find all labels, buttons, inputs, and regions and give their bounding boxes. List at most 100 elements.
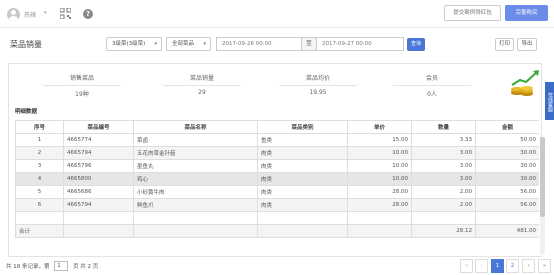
cell-category: 鱼类: [257, 133, 348, 147]
cell-name: 鸡心: [133, 172, 258, 186]
online-service-tab[interactable]: 在线客服: [545, 82, 554, 120]
cell-code: 4665796: [63, 159, 134, 173]
avatar[interactable]: [7, 8, 20, 21]
cell-price: 10.00: [347, 146, 412, 160]
column-header: 菜品类别: [257, 120, 348, 134]
pager-summary: 共 18 条记录，第 1 页 共 2 页: [6, 261, 98, 271]
next-page-button[interactable]: ›: [522, 259, 535, 273]
stat-label: 销售菜品: [43, 73, 121, 86]
cell-quantity: 3.33: [411, 133, 476, 147]
column-header: 数量: [411, 120, 476, 134]
stat-value: 19种: [75, 91, 89, 98]
help-icon[interactable]: ?: [83, 9, 93, 19]
submit-case-button[interactable]: 提交案例得红包: [444, 5, 501, 21]
cell-amount: 30.00: [475, 172, 539, 186]
cell-category: [257, 211, 348, 225]
cell-amount: 56.00: [475, 185, 539, 199]
cell-index: 4: [15, 172, 64, 186]
cell-quantity: 3.00: [411, 172, 476, 186]
cell-index: [15, 211, 64, 225]
cell-quantity: 3.00: [411, 159, 476, 173]
start-date-input[interactable]: 2017-09-26 00:00: [216, 37, 302, 51]
cell-code: 4665774: [63, 133, 134, 147]
cell-amount: 30.00: [475, 159, 539, 173]
category-select[interactable]: 3级菜(3级菜) ▾: [106, 37, 162, 51]
cell-code: 4665686: [63, 185, 134, 199]
table-row[interactable]: 3 4665796 墨鱼丸 肉类 10.00 3.00 30.00: [15, 159, 539, 173]
subcategory-select[interactable]: 全部菜品 ▾: [166, 37, 211, 51]
table-row[interactable]: 2 4665794 五花肉草金针菇 肉类 10.00 3.00 30.00: [15, 146, 539, 160]
stat-label: 菜品销量: [163, 73, 241, 86]
query-button[interactable]: 查询: [407, 38, 425, 51]
total-amount: 481.00: [475, 224, 539, 238]
page-1-button[interactable]: 1: [491, 259, 504, 273]
table-row[interactable]: 5 4665686 小砂黄牛肉 肉类 28.00 2.00 56.00: [15, 185, 539, 199]
export-button[interactable]: 导出: [517, 38, 537, 51]
pager-summary-prefix: 共 18 条记录，第: [6, 264, 50, 270]
chevron-down-icon[interactable]: ▾: [44, 10, 47, 16]
chevron-down-icon: ▾: [154, 41, 157, 47]
stat-value: 29: [198, 89, 206, 96]
cell-name: 五花肉草金针菇: [133, 146, 258, 160]
last-page-button[interactable]: »: [538, 259, 551, 273]
subcategory-select-value: 全部菜品: [172, 41, 195, 47]
stat-sales-volume: 菜品销量 29: [163, 73, 241, 96]
cell-category: 肉类: [257, 172, 348, 186]
cell-amount: 50.00: [475, 133, 539, 147]
table-row[interactable]: 4 4665800 鸡心 肉类 10.00 3.00 30.00: [15, 172, 539, 186]
scrollbar-thumb[interactable]: [540, 137, 545, 217]
cell-name: 小砂黄牛肉: [133, 185, 258, 199]
stat-label: 菜品均价: [279, 73, 357, 86]
cell-code: 4665794: [63, 198, 134, 212]
growth-chart-icon: [511, 70, 539, 96]
detail-table-wrapper: 序号 菜品编号 菜品名称 菜品类别 单价 数量 金额 1 4665774 菜卤 …: [15, 120, 539, 255]
cell-index: 5: [15, 185, 64, 199]
buy-button[interactable]: 完善购买: [505, 5, 548, 21]
cell-price: 28.00: [347, 185, 412, 199]
table-row[interactable]: 1 4665774 菜卤 鱼类 15.00 3.33 50.00: [15, 133, 539, 147]
first-page-button[interactable]: «: [460, 259, 473, 273]
cell-quantity: 3.00: [411, 146, 476, 160]
cell-price: [347, 211, 412, 225]
cell-name: 菜卤: [133, 133, 258, 147]
cell-index: 6: [15, 198, 64, 212]
cell-amount: 56.00: [475, 198, 539, 212]
user-name[interactable]: 热辣: [24, 10, 36, 19]
chevron-down-icon: ▾: [203, 41, 206, 47]
cell-category: 肉类: [257, 185, 348, 199]
cell-price: 10.00: [347, 159, 412, 173]
cell-index: 1: [15, 133, 64, 147]
page-2-button[interactable]: 2: [506, 259, 519, 273]
stat-value: 19.95: [309, 89, 327, 96]
report-panel: 销售菜品 19种 菜品销量 29 菜品均价 19.95 会员 0人 明细数据 序…: [8, 63, 542, 257]
detail-title: 明细数据: [15, 109, 38, 115]
cell-index: 3: [15, 159, 64, 173]
total-quantity: 28.12: [411, 224, 476, 238]
prev-page-button[interactable]: ‹: [475, 259, 488, 273]
pager-summary-suffix: 页 共 2 页: [73, 264, 99, 270]
top-bar: 热辣 ▾ ? 提交案例得红包 完善购买: [0, 0, 554, 28]
cell-code: [63, 211, 134, 225]
cell-name: 墨鱼丸: [133, 159, 258, 173]
page-title: 菜品销量: [10, 40, 42, 49]
cell-quantity: [411, 211, 476, 225]
cell-amount: [475, 211, 539, 225]
stat-value: 0人: [427, 91, 437, 98]
cell-price: 15.00: [347, 133, 412, 147]
cell-price: 28.00: [347, 198, 412, 212]
qr-code-icon[interactable]: [60, 8, 71, 19]
print-button[interactable]: 打印: [495, 38, 514, 51]
table-row[interactable]: 6 4665794 鲜鱼爪 肉类 28.00 2.00 56.00: [15, 198, 539, 212]
cell-price: 10.00: [347, 172, 412, 186]
column-header: 菜品名称: [133, 120, 258, 134]
table-scrollbar[interactable]: [540, 137, 545, 254]
column-header: 菜品编号: [63, 120, 134, 134]
cell-quantity: 2.00: [411, 185, 476, 199]
cell-index: 2: [15, 146, 64, 160]
table-row[interactable]: [15, 211, 539, 225]
cell-amount: 30.00: [475, 146, 539, 160]
page-number-input[interactable]: 1: [54, 261, 69, 271]
end-date-input[interactable]: 2017-09-27 00:00: [316, 37, 404, 51]
cell-code: 4665794: [63, 146, 134, 160]
table-header-row: 序号 菜品编号 菜品名称 菜品类别 单价 数量 金额: [15, 120, 539, 134]
